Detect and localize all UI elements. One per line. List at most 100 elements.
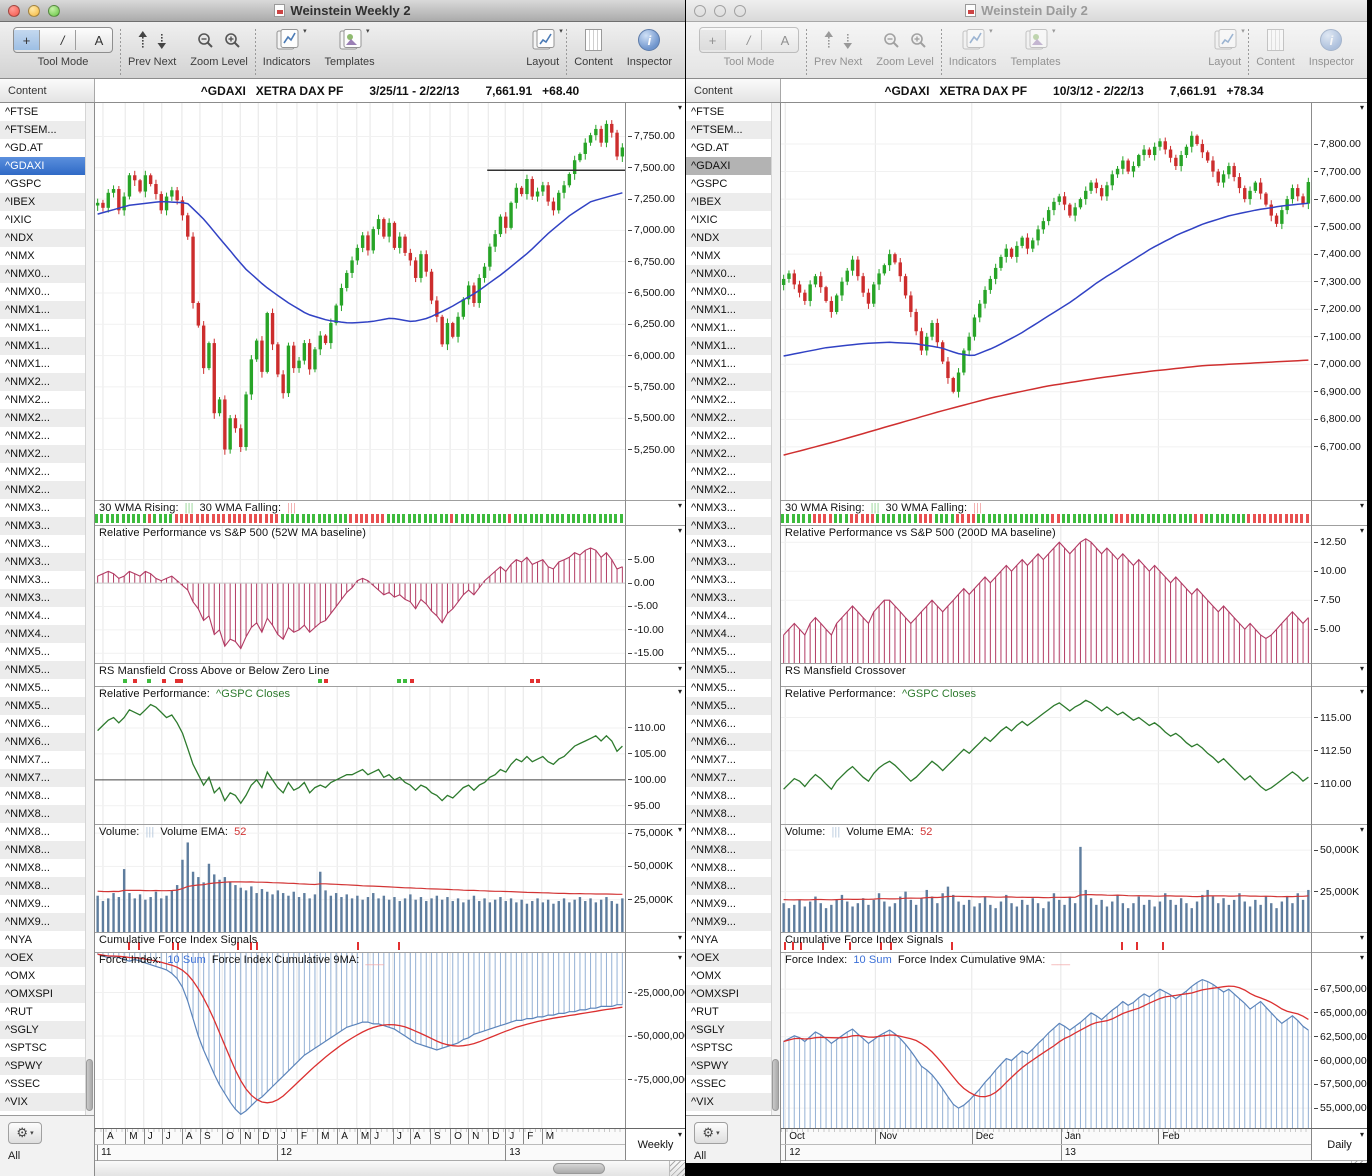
content-button[interactable]	[584, 29, 602, 51]
panel-collapse-caret[interactable]: ▾	[678, 665, 682, 673]
sidebar-item[interactable]: ^NMX8...	[686, 877, 780, 895]
sidebar-item[interactable]: ^FTSEM...	[686, 121, 780, 139]
sidebar-item[interactable]: ^OMX	[0, 967, 94, 985]
sidebar-item[interactable]: ^NMX8...	[0, 805, 94, 823]
panel-collapse-caret[interactable]: ▾	[678, 502, 682, 510]
panel-collapse-caret[interactable]: ▾	[1360, 502, 1364, 510]
sidebar-item[interactable]: ^GSPC	[0, 175, 94, 193]
minimize-button[interactable]	[28, 4, 40, 17]
sidebar-item[interactable]: ^IBEX	[0, 193, 94, 211]
sidebar-item[interactable]: ^NMX8...	[0, 823, 94, 841]
sidebar-item[interactable]: ^SSEC	[0, 1075, 94, 1093]
sidebar-item[interactable]: ^NMX2...	[686, 391, 780, 409]
sidebar-item[interactable]: ^VXO	[686, 1111, 780, 1115]
sidebar-item[interactable]: ^NMX3...	[0, 553, 94, 571]
sidebar-item[interactable]: ^NMX6...	[686, 733, 780, 751]
inspector-button[interactable]: i	[638, 29, 661, 51]
sidebar-item[interactable]: ^NMX3...	[0, 499, 94, 517]
layout-button[interactable]: ▾	[1212, 28, 1245, 51]
line-tool-button[interactable]: /	[50, 30, 76, 50]
sidebar-item[interactable]: ^NMX3...	[686, 517, 780, 535]
pointer-tool-button[interactable]: +	[700, 30, 726, 50]
sidebar-item[interactable]: ^NMX5...	[686, 697, 780, 715]
sidebar-item[interactable]: ^GSPC	[686, 175, 780, 193]
content-button[interactable]	[1266, 29, 1284, 51]
sidebar-item[interactable]: ^NMX4...	[0, 607, 94, 625]
close-button[interactable]	[694, 4, 706, 17]
sidebar-item[interactable]: ^FTSE	[686, 103, 780, 121]
timeframe-dropdown[interactable]: Weekly ▾	[625, 1129, 685, 1160]
sidebar-item[interactable]: ^NMX7...	[0, 751, 94, 769]
sidebar-item[interactable]: ^SGLY	[0, 1021, 94, 1039]
filter-label[interactable]: All	[8, 1150, 94, 1162]
sidebar-item[interactable]: ^NMX5...	[0, 643, 94, 661]
panel-collapse-caret[interactable]: ▾	[678, 954, 682, 962]
sidebar-item[interactable]: ^NMX4...	[686, 607, 780, 625]
sidebar-item[interactable]: ^NMX8...	[686, 841, 780, 859]
action-menu-button[interactable]: ⚙ ▾	[8, 1122, 42, 1144]
templates-button[interactable]: ▾	[1023, 28, 1056, 51]
sidebar-scrollbar[interactable]	[85, 103, 94, 1115]
content-column-header[interactable]: Content	[686, 79, 781, 102]
indicators-button[interactable]: ▾	[960, 28, 993, 51]
panel-collapse-caret[interactable]: ▾	[1360, 104, 1364, 112]
sidebar-item[interactable]: ^OMX	[686, 967, 780, 985]
panel-collapse-caret[interactable]: ▾	[1360, 527, 1364, 535]
sidebar-item[interactable]: ^NMX3...	[0, 535, 94, 553]
zoom-in-button[interactable]	[224, 32, 241, 49]
sidebar-item[interactable]: ^NMX1...	[0, 319, 94, 337]
sidebar-item[interactable]: ^NMX5...	[0, 661, 94, 679]
sidebar-item[interactable]: ^NMX8...	[686, 787, 780, 805]
sidebar-item[interactable]: ^NDX	[0, 229, 94, 247]
sidebar-item[interactable]: ^NMX0...	[0, 283, 94, 301]
hscroll-thumb[interactable]	[553, 1163, 605, 1174]
sidebar-item[interactable]: ^NMX2...	[0, 409, 94, 427]
horizontal-scrollbar[interactable]	[95, 1160, 685, 1176]
sidebar-item[interactable]: ^RUT	[0, 1003, 94, 1021]
pointer-tool-button[interactable]: +	[14, 30, 40, 50]
sidebar-item[interactable]: ^NMX9...	[0, 895, 94, 913]
titlebar[interactable]: Weinstein Daily 2	[686, 0, 1367, 22]
sidebar-scroll-thumb[interactable]	[86, 1059, 93, 1111]
panel-collapse-caret[interactable]: ▾	[678, 104, 682, 112]
sidebar-item[interactable]: ^NMX2...	[686, 463, 780, 481]
sidebar-item[interactable]: ^NMX8...	[0, 787, 94, 805]
symbol-list[interactable]: ^FTSE ^FTSEM... ^GD.AT ^GDAXI ^GSPC ^IBEX ^IXI…	[0, 103, 94, 1115]
sidebar-item[interactable]: ^NMX2...	[0, 463, 94, 481]
sidebar-item[interactable]: ^NMX0...	[0, 265, 94, 283]
sidebar-item[interactable]: ^SPTSC	[686, 1039, 780, 1057]
templates-button[interactable]: ▾	[337, 28, 370, 51]
sidebar-item[interactable]: ^NMX7...	[0, 769, 94, 787]
inspector-button[interactable]: i	[1320, 29, 1343, 51]
sidebar-item[interactable]: ^OEX	[686, 949, 780, 967]
sidebar-item[interactable]: ^NMX1...	[686, 301, 780, 319]
sidebar-item[interactable]: ^NMX8...	[0, 877, 94, 895]
sidebar-item[interactable]: ^NMX4...	[686, 625, 780, 643]
sidebar-item[interactable]: ^NMX1...	[0, 301, 94, 319]
filter-label[interactable]: All	[694, 1150, 780, 1162]
sidebar-item[interactable]: ^NMX	[0, 247, 94, 265]
sidebar-item[interactable]: ^NMX5...	[686, 643, 780, 661]
sidebar-item[interactable]: ^FTSEM...	[0, 121, 94, 139]
panel-collapse-caret[interactable]: ▾	[1360, 954, 1364, 962]
sidebar-item[interactable]: ^NMX2...	[0, 373, 94, 391]
zoom-in-button[interactable]	[910, 32, 927, 49]
sidebar-scroll-thumb[interactable]	[772, 1059, 779, 1111]
sidebar-item[interactable]: ^NMX6...	[686, 715, 780, 733]
sidebar-item[interactable]: ^NMX5...	[0, 679, 94, 697]
sidebar-item[interactable]: ^NMX5...	[686, 661, 780, 679]
sidebar-item[interactable]: ^NMX6...	[0, 733, 94, 751]
sidebar-item[interactable]: ^NMX3...	[0, 571, 94, 589]
sidebar-item[interactable]: ^NMX	[686, 247, 780, 265]
sidebar-item[interactable]: ^NMX5...	[0, 697, 94, 715]
horizontal-scrollbar[interactable]	[781, 1160, 1367, 1163]
sidebar-item[interactable]: ^NMX0...	[686, 283, 780, 301]
sidebar-item[interactable]: ^SSEC	[686, 1075, 780, 1093]
sidebar-item[interactable]: ^NMX1...	[0, 337, 94, 355]
panel-collapse-caret[interactable]: ▾	[1360, 934, 1364, 942]
zoom-out-button[interactable]	[883, 32, 900, 49]
sidebar-item[interactable]: ^IBEX	[686, 193, 780, 211]
minimize-button[interactable]	[714, 4, 726, 17]
sidebar-item[interactable]: ^NMX4...	[0, 625, 94, 643]
sidebar-item[interactable]: ^SPWY	[0, 1057, 94, 1075]
